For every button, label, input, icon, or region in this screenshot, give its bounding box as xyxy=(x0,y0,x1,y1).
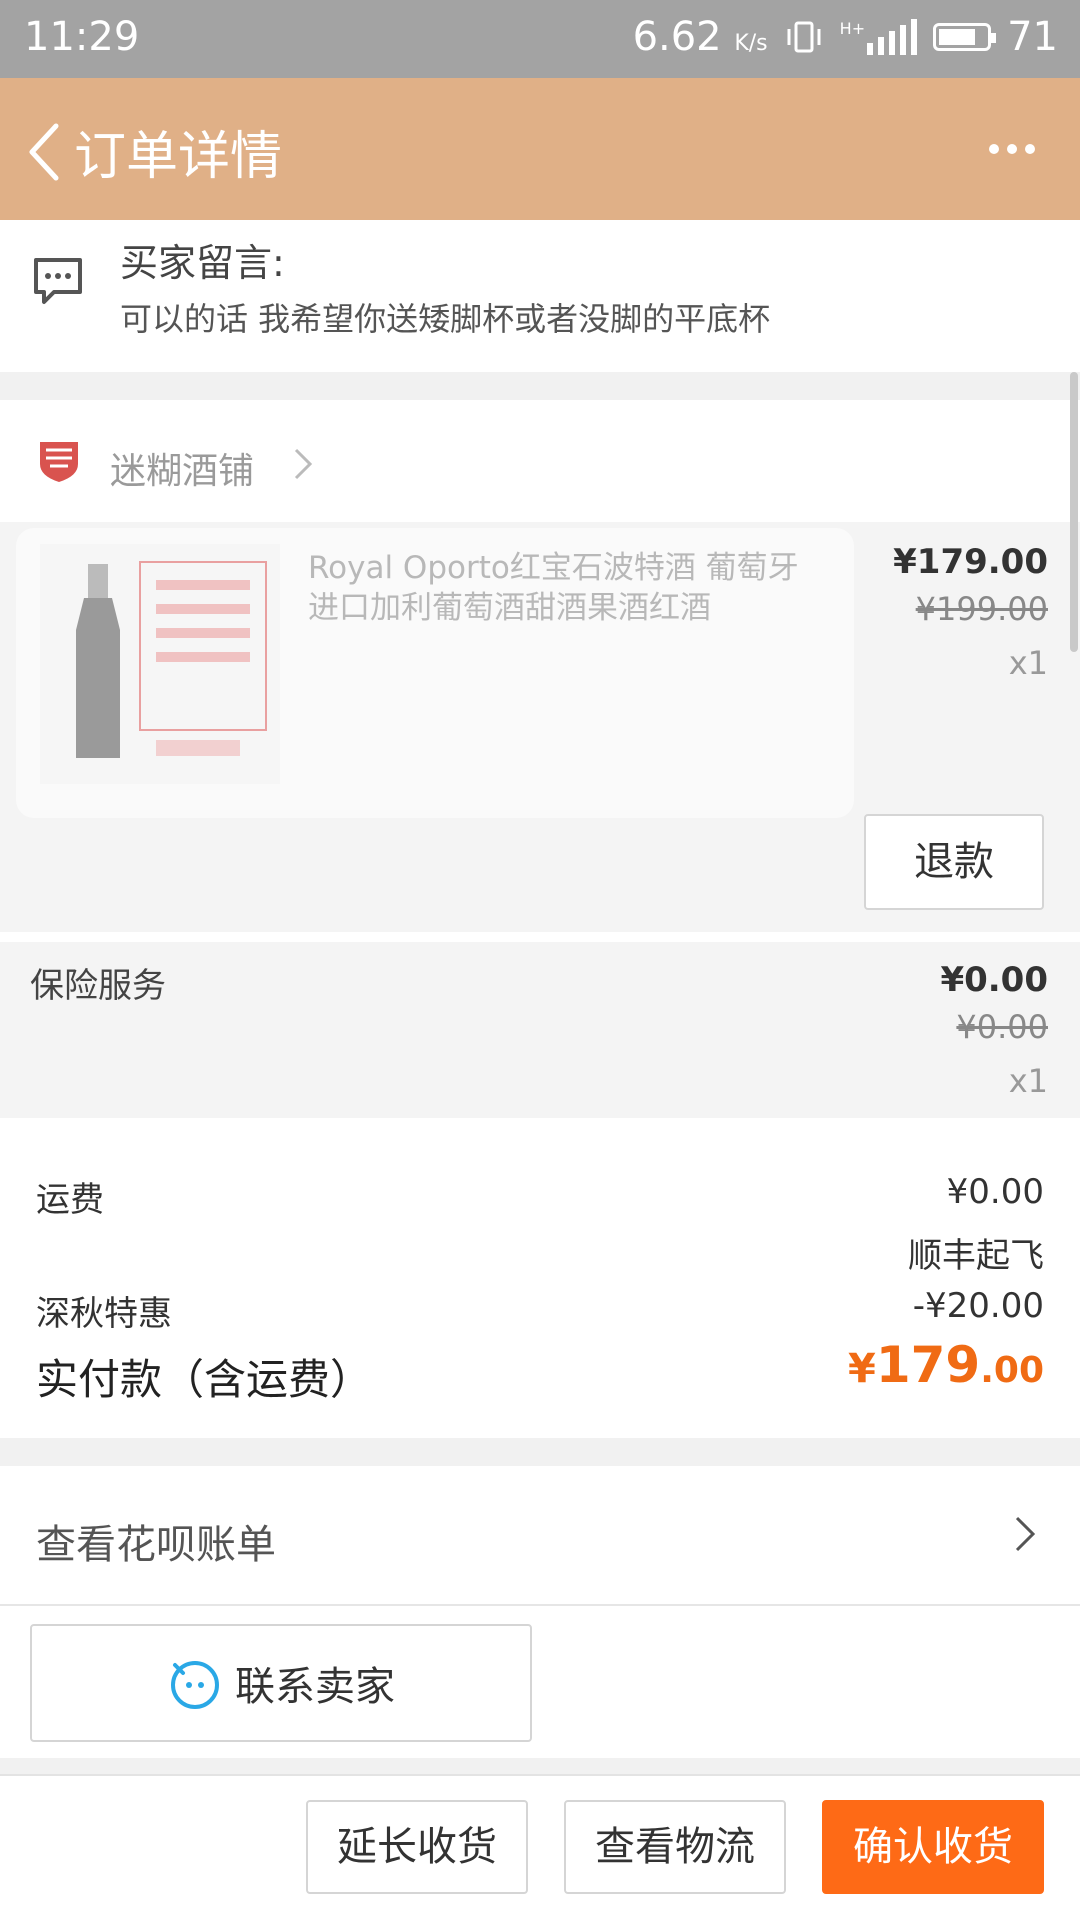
insurance-original-price: ¥0.00 xyxy=(956,1008,1048,1046)
discount-value: -¥20.00 xyxy=(912,1286,1044,1326)
network-type: H+ xyxy=(839,19,866,38)
battery-level: 71 xyxy=(1007,14,1058,60)
signal-icon xyxy=(867,19,918,55)
vibrate-icon xyxy=(787,21,821,53)
bottom-action-bar: 延长收货 查看物流 确认收货 xyxy=(0,1774,1080,1920)
refund-button[interactable]: 退款 xyxy=(864,814,1044,910)
product-title: Royal Oporto红宝石波特酒 葡萄牙进口加利葡萄酒甜酒果酒红酒 xyxy=(308,550,799,626)
shipping-value: ¥0.00 xyxy=(946,1172,1044,1212)
chevron-left-icon[interactable] xyxy=(16,112,72,192)
shop-logo xyxy=(40,442,78,482)
signal: H+ xyxy=(839,19,918,55)
paid-decimal: .00 xyxy=(980,1350,1044,1391)
shop-row[interactable]: 迷糊酒铺 xyxy=(0,400,1080,522)
paid-label: 实付款（含运费） xyxy=(36,1355,373,1404)
more-dots-icon[interactable] xyxy=(982,134,1042,164)
paid-integer: 179 xyxy=(875,1336,981,1394)
divider xyxy=(0,1438,1080,1466)
product-quantity: x1 xyxy=(1008,644,1048,682)
network-speed: 6.62 K/s xyxy=(632,14,768,60)
chevron-right-icon xyxy=(1015,1516,1036,1552)
discount-label: 深秋特惠 xyxy=(36,1294,172,1334)
scrollbar[interactable] xyxy=(1070,372,1078,652)
shipping-label: 运费 xyxy=(36,1180,104,1220)
product-original-price: ¥199.00 xyxy=(915,590,1048,628)
divider xyxy=(0,372,1080,400)
huabei-label: 查看花呗账单 xyxy=(36,1522,276,1568)
insurance-price: ¥0.00 xyxy=(940,960,1048,1000)
message-icon xyxy=(34,258,82,304)
insurance-row: 保险服务 ¥0.00 ¥0.00 x1 xyxy=(0,942,1080,1118)
status-time: 11:29 xyxy=(24,14,140,60)
page-title: 订单详情 xyxy=(74,127,283,187)
divider xyxy=(0,1758,1080,1774)
confirm-receipt-button[interactable]: 确认收货 xyxy=(822,1800,1044,1894)
chevron-right-icon xyxy=(294,448,313,480)
extend-receipt-button[interactable]: 延长收货 xyxy=(306,1800,528,1894)
product-card[interactable]: Royal Oporto红宝石波特酒 葡萄牙进口加利葡萄酒甜酒果酒红酒 xyxy=(16,528,854,818)
huabei-bill-row[interactable]: 查看花呗账单 xyxy=(0,1466,1080,1606)
shipping-method: 顺丰起飞 xyxy=(908,1236,1044,1276)
speed-unit: K/s xyxy=(734,31,768,56)
status-bar: 11:29 6.62 K/s H+ 71 xyxy=(0,0,1080,78)
view-logistics-button[interactable]: 查看物流 xyxy=(564,1800,786,1894)
wine-bottle-icon xyxy=(76,561,267,758)
order-summary: 运费 ¥0.00 顺丰起飞 深秋特惠 -¥20.00 实付款（含运费） ¥179… xyxy=(0,1118,1080,1438)
battery-icon xyxy=(933,23,997,51)
insurance-quantity: x1 xyxy=(1008,1062,1048,1100)
status-icons: 6.62 K/s H+ 71 xyxy=(633,14,1058,60)
product-item[interactable]: Royal Oporto红宝石波特酒 葡萄牙进口加利葡萄酒甜酒果酒红酒 ¥179… xyxy=(0,522,1080,932)
contact-seller-button[interactable]: 联系卖家 xyxy=(30,1624,532,1742)
chat-face-icon xyxy=(171,1661,219,1709)
paid-currency: ¥ xyxy=(848,1346,876,1392)
product-price: ¥179.00 xyxy=(893,542,1048,582)
contact-seller-label: 联系卖家 xyxy=(235,1664,395,1710)
shop-name: 迷糊酒铺 xyxy=(110,451,255,492)
note-label: 买家留言: xyxy=(120,241,285,285)
buyer-note: 买家留言: 可以的话 我希望你送矮脚杯或者没脚的平底杯 xyxy=(0,220,1080,372)
insurance-label: 保险服务 xyxy=(30,966,166,1006)
paid-amount: ¥179.00 xyxy=(848,1336,1044,1394)
product-image xyxy=(40,544,280,784)
app-header: 订单详情 xyxy=(0,78,1080,220)
note-message: 可以的话 我希望你送矮脚杯或者没脚的平底杯 xyxy=(120,300,771,338)
